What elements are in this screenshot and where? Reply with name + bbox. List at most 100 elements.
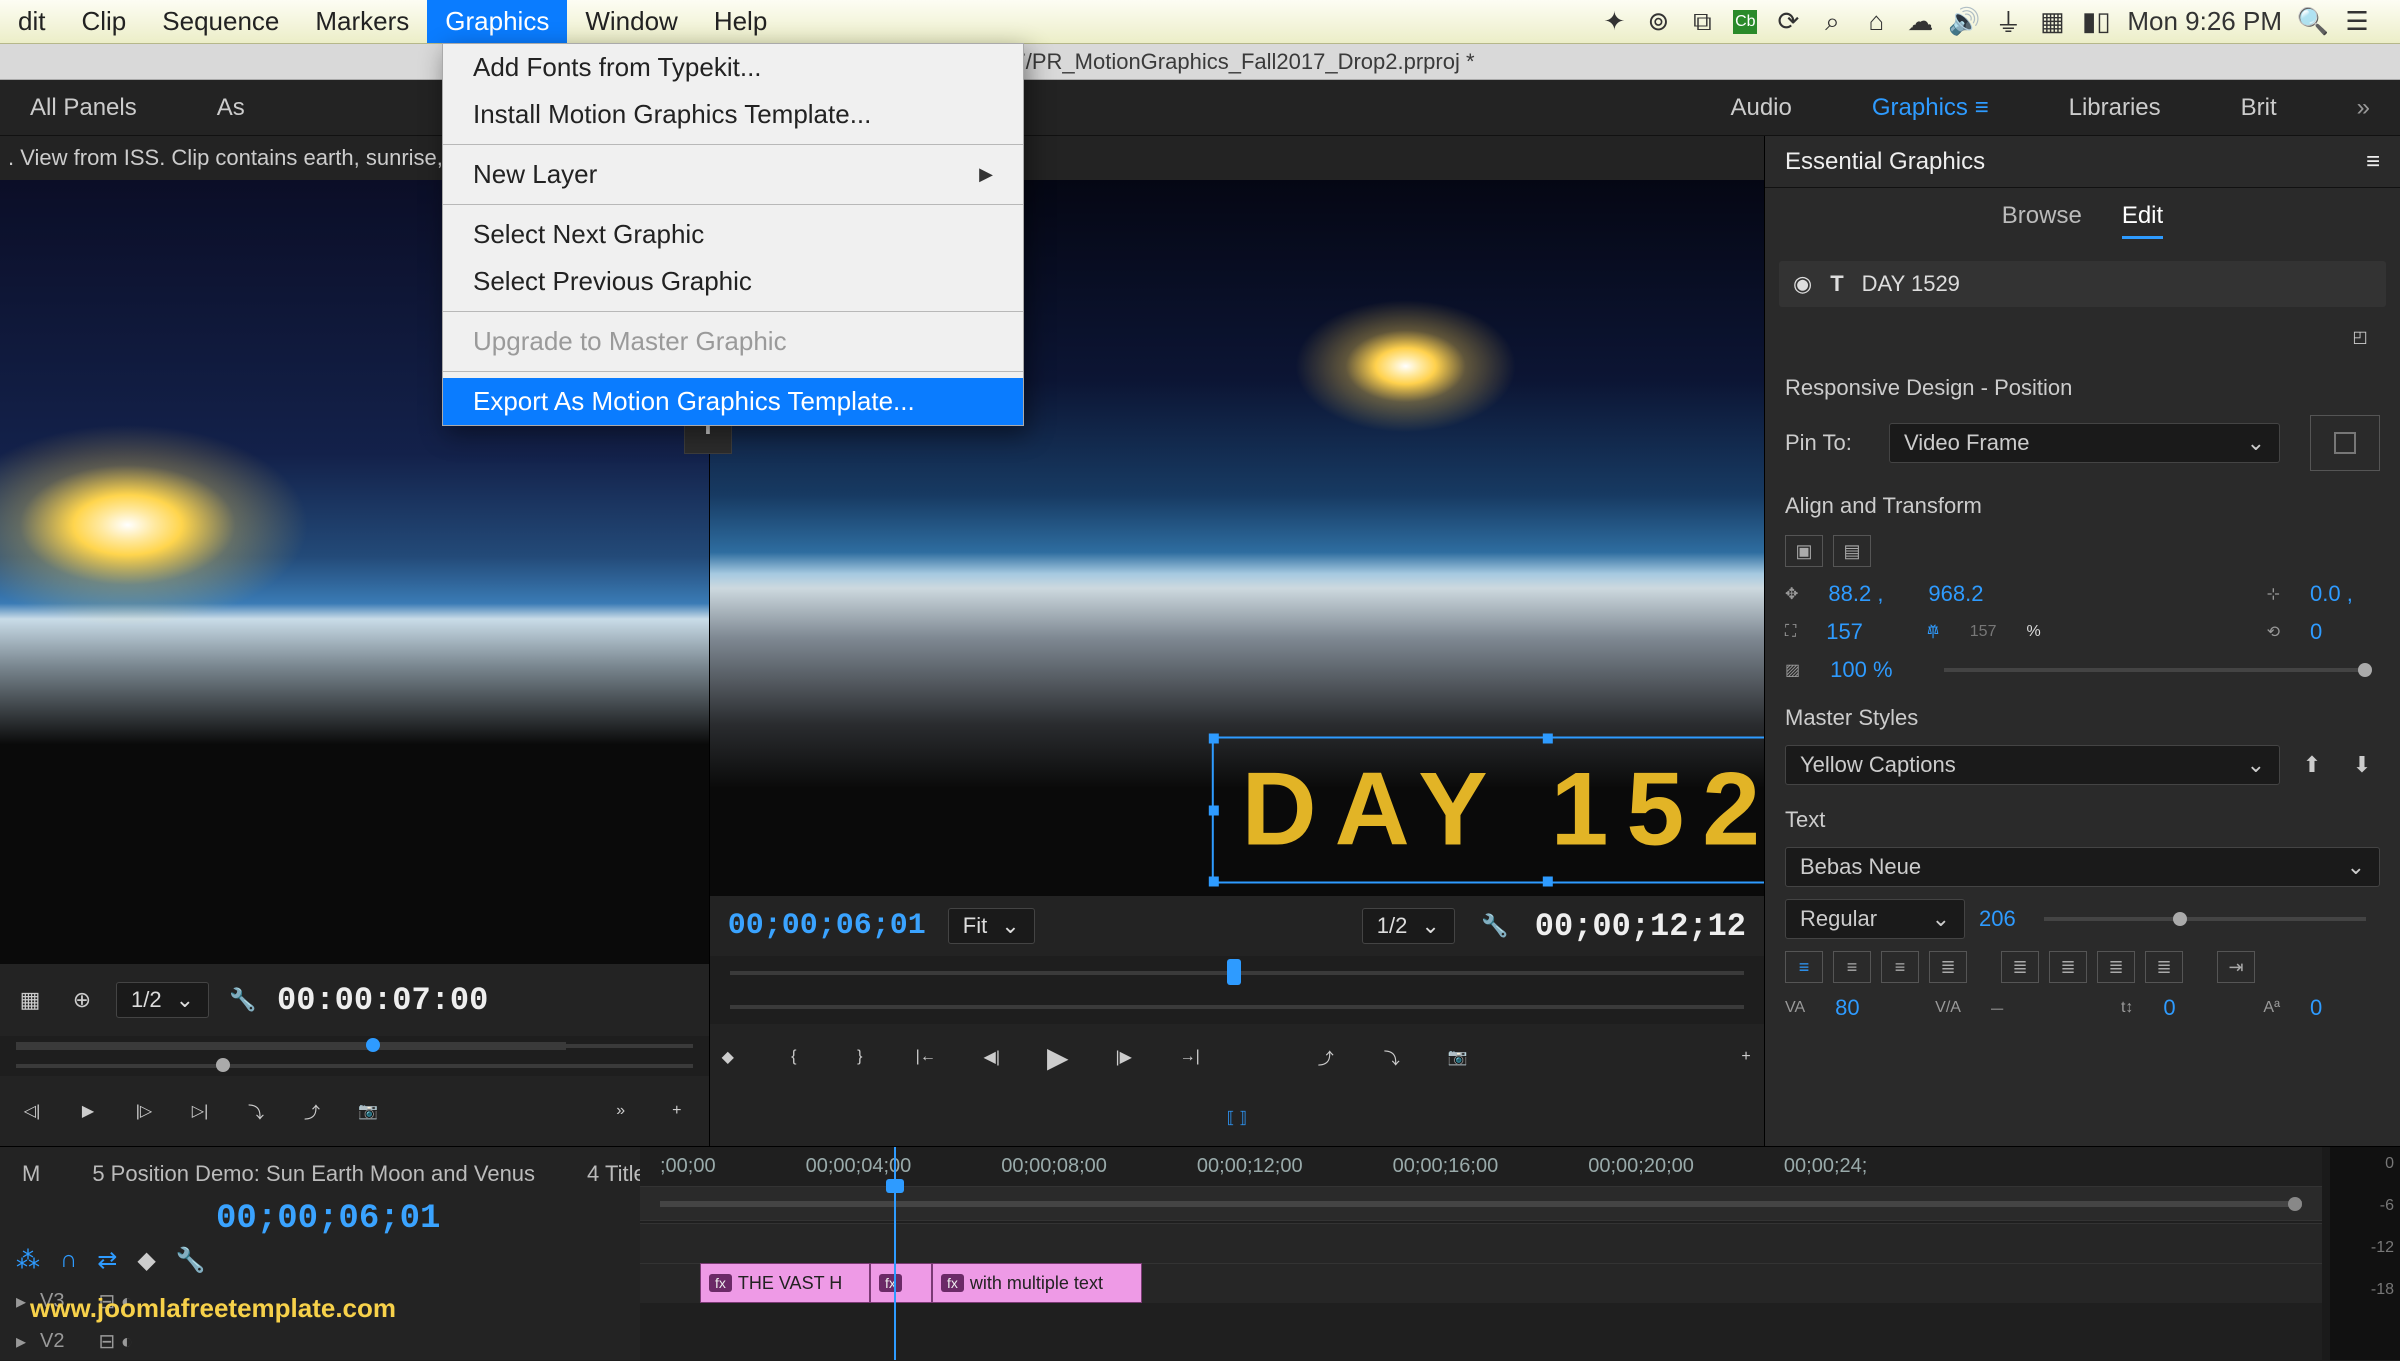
step-back-icon[interactable]: ◀| xyxy=(974,1039,1010,1075)
go-out-icon[interactable]: →| xyxy=(1172,1039,1208,1075)
menu-install-mogrt[interactable]: Install Motion Graphics Template... xyxy=(443,91,1023,138)
workspace-graphics[interactable]: Graphics ≡ xyxy=(1862,88,1999,128)
mark-in-icon[interactable]: { xyxy=(776,1039,812,1075)
linked-selection-icon[interactable]: ⇄ xyxy=(97,1246,117,1275)
font-size-slider[interactable] xyxy=(2044,917,2366,921)
timeline-playhead-tc[interactable]: 00;00;06;01 xyxy=(216,1200,624,1238)
program-scale-select[interactable]: 1/2⌄ xyxy=(1362,908,1455,944)
title-text[interactable]: DAY 1529 xyxy=(1242,751,1764,870)
track-v2-label[interactable]: V2 xyxy=(40,1330,64,1353)
font-weight-select[interactable]: Regular⌄ xyxy=(1785,899,1965,939)
link-icon[interactable]: 𐄷 xyxy=(1926,621,1940,643)
align-center-icon[interactable]: ▤ xyxy=(1833,535,1871,567)
position-y[interactable]: 968.2 xyxy=(1928,581,1998,607)
text-justify-all-icon[interactable]: ≣ xyxy=(2001,951,2039,983)
leading-value[interactable]: 0 xyxy=(2163,995,2233,1021)
timeline-tab-media[interactable]: M xyxy=(16,1157,46,1194)
panel-menu-icon[interactable]: ≡ xyxy=(2366,148,2380,176)
new-layer-icon[interactable]: ◰ xyxy=(2342,319,2378,355)
program-scrubber[interactable] xyxy=(710,956,1764,990)
mark-in-icon[interactable]: ◁| xyxy=(14,1093,50,1129)
selected-text-frame[interactable]: DAY 1529 xyxy=(1212,737,1764,884)
program-in-timecode[interactable]: 00;00;06;01 xyxy=(728,909,926,943)
app-icon[interactable]: Cb xyxy=(1733,10,1757,34)
overflow-icon[interactable]: » xyxy=(603,1093,639,1129)
source-zoom-slider[interactable] xyxy=(0,1056,709,1076)
timeline-clip[interactable]: fx xyxy=(870,1263,932,1303)
sync-icon[interactable]: ⟳ xyxy=(1775,9,1801,35)
program-out-timecode[interactable]: 00;00;12;12 xyxy=(1535,908,1746,945)
evernote-icon[interactable]: ✦ xyxy=(1601,9,1627,35)
menu-graphics[interactable]: Graphics xyxy=(427,0,567,43)
text-justify-last-right-icon[interactable]: ≣ xyxy=(2145,951,2183,983)
menu-export-mogrt[interactable]: Export As Motion Graphics Template... xyxy=(443,378,1023,425)
menu-edit[interactable]: dit xyxy=(0,0,63,43)
source-scrubber[interactable] xyxy=(0,1036,709,1056)
wrench-icon[interactable]: 🔧 xyxy=(1477,908,1513,944)
date-icon[interactable]: ▦ xyxy=(2039,9,2065,35)
menu-new-layer[interactable]: New Layer xyxy=(443,151,1023,198)
settings-icon[interactable]: 🔧 xyxy=(176,1246,206,1275)
marker-icon[interactable]: ◆ xyxy=(137,1246,155,1275)
eg-layer-row[interactable]: ◉ T DAY 1529 xyxy=(1779,261,2386,307)
push-style-icon[interactable]: ⬆ xyxy=(2294,747,2330,783)
magnet-icon[interactable]: ∩ xyxy=(60,1246,77,1275)
eg-tab-edit[interactable]: Edit xyxy=(2122,202,2163,239)
spotlight-icon[interactable]: 🔍 xyxy=(2300,9,2326,35)
clock-text[interactable]: Mon 9:26 PM xyxy=(2127,6,2282,37)
menu-markers[interactable]: Markers xyxy=(297,0,427,43)
home-icon[interactable]: ⌂ xyxy=(1863,9,1889,35)
text-align-left-icon[interactable]: ≡ xyxy=(1785,951,1823,983)
pin-diagram[interactable] xyxy=(2310,415,2380,471)
opacity-slider[interactable] xyxy=(1944,668,2366,672)
play-icon[interactable]: ▶ xyxy=(70,1093,106,1129)
creative-cloud-icon[interactable]: ⊚ xyxy=(1645,9,1671,35)
insert-icon[interactable]: ⤵ xyxy=(238,1093,274,1129)
track-toggle-icon[interactable]: ▸ xyxy=(16,1329,26,1354)
scale-w[interactable]: 157 xyxy=(1826,619,1896,645)
mark-out-icon[interactable]: ▷| xyxy=(182,1093,218,1129)
dropbox-icon[interactable]: ⧉ xyxy=(1689,9,1715,35)
wifi-icon[interactable]: ⏚ xyxy=(1995,9,2021,35)
timeline-playhead[interactable] xyxy=(894,1147,896,1360)
cloud-icon[interactable]: ☁ xyxy=(1907,9,1933,35)
step-fwd-icon[interactable]: |▷ xyxy=(126,1093,162,1129)
opacity-value[interactable]: 100 % xyxy=(1830,657,1900,683)
menu-select-next[interactable]: Select Next Graphic xyxy=(443,211,1023,258)
timeline-zoom-handle[interactable] xyxy=(2288,1197,2302,1211)
track-toggle-icon[interactable]: ▸ xyxy=(16,1289,26,1314)
font-select[interactable]: Bebas Neue⌄ xyxy=(1785,847,2380,887)
safe-margin-icon[interactable]: ⟦ ⟧ xyxy=(1219,1100,1255,1136)
text-align-right-icon[interactable]: ≡ xyxy=(1881,951,1919,983)
add-button-icon[interactable]: + xyxy=(1728,1039,1764,1075)
volume-icon[interactable]: 🔊 xyxy=(1951,9,1977,35)
timeline-clip[interactable]: fxTHE VAST H xyxy=(700,1263,870,1303)
eye-icon[interactable]: ◉ xyxy=(1793,271,1812,297)
workspace-brit[interactable]: Brit xyxy=(2231,88,2287,128)
key-icon[interactable]: ⌕ xyxy=(1819,9,1845,35)
overwrite-icon[interactable]: ⤴ xyxy=(294,1093,330,1129)
text-align-center-icon[interactable]: ≡ xyxy=(1833,951,1871,983)
workspace-overflow[interactable]: » xyxy=(2347,88,2380,128)
menu-list-icon[interactable]: ☰ xyxy=(2344,9,2370,35)
lift-icon[interactable]: ⤴ xyxy=(1308,1039,1344,1075)
workspace-all-panels[interactable]: All Panels xyxy=(20,88,147,128)
pin-to-select[interactable]: Video Frame⌄ xyxy=(1889,423,2280,463)
source-scale-select[interactable]: 1/2⌄ xyxy=(116,982,209,1018)
program-fit-select[interactable]: Fit⌄ xyxy=(948,908,1035,944)
text-align-justify-icon[interactable]: ≣ xyxy=(1929,951,1967,983)
snap-icon[interactable]: ⁂ xyxy=(16,1246,40,1275)
menu-select-previous[interactable]: Select Previous Graphic xyxy=(443,258,1023,305)
mark-out-icon[interactable]: } xyxy=(842,1039,878,1075)
export-frame-icon[interactable]: 📷 xyxy=(1440,1039,1476,1075)
source-timecode[interactable]: 00:00:07:00 xyxy=(277,982,488,1019)
menu-clip[interactable]: Clip xyxy=(63,0,144,43)
timeline-clip[interactable]: fxwith multiple text xyxy=(932,1263,1142,1303)
export-frame-icon[interactable]: 📷 xyxy=(350,1093,386,1129)
program-zoom-slider[interactable] xyxy=(710,990,1764,1024)
align-left-icon[interactable]: ▣ xyxy=(1785,535,1823,567)
workspace-assembly[interactable]: As xyxy=(207,88,255,128)
workspace-audio[interactable]: Audio xyxy=(1720,88,1801,128)
source-insert-icon[interactable]: ⊕ xyxy=(64,982,100,1018)
source-view-icon[interactable]: ▦ xyxy=(12,982,48,1018)
